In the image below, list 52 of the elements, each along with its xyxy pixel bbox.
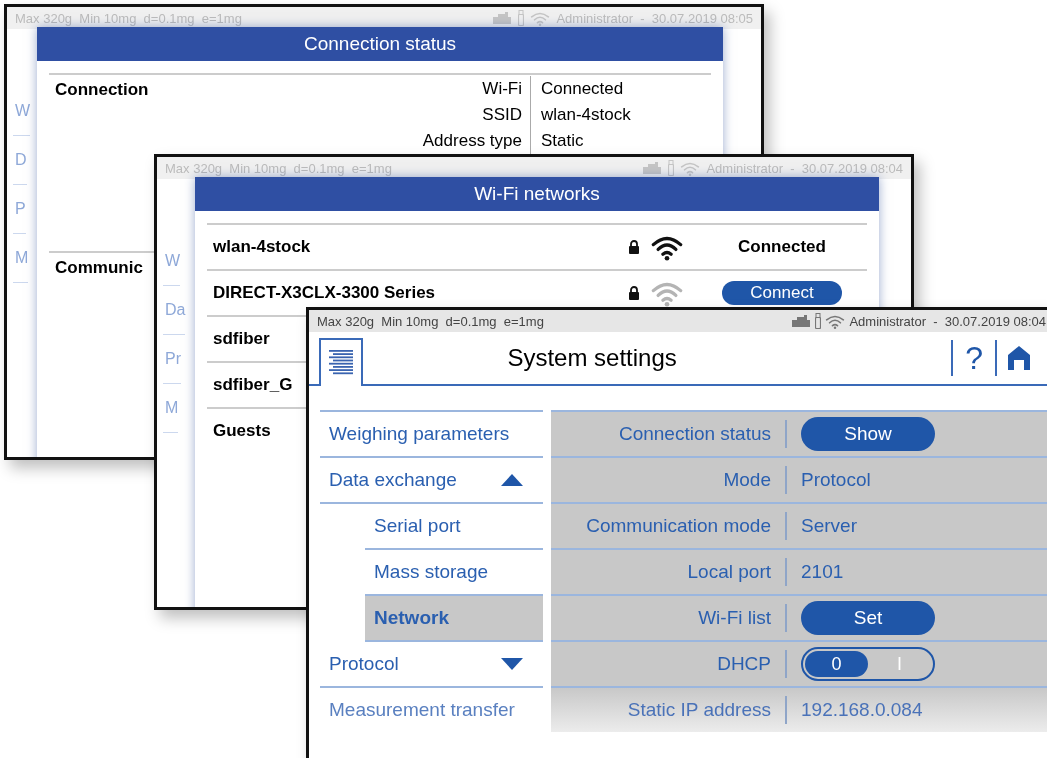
section-heading: Connection bbox=[54, 79, 149, 100]
section-heading: Communic bbox=[54, 257, 143, 278]
setting-label: Mode bbox=[551, 466, 787, 494]
menu-tab[interactable] bbox=[319, 338, 363, 386]
field-label: Wi-Fi bbox=[422, 76, 531, 102]
scale-info: Max 320g Min 10mg d=0.1mg e=1mg bbox=[317, 313, 545, 329]
setting-label: Communication mode bbox=[551, 512, 787, 540]
connect-button[interactable]: Connect bbox=[722, 281, 842, 305]
action-button[interactable]: Show bbox=[801, 417, 935, 451]
dialog-title: Connection status bbox=[37, 27, 723, 61]
usb-stick-icon bbox=[815, 313, 822, 329]
triangle-down-icon bbox=[501, 658, 523, 670]
field-label: SSID bbox=[422, 102, 531, 128]
setting-label: Connection status bbox=[551, 420, 787, 448]
network-name: wlan-4stock bbox=[212, 237, 311, 257]
wifi-icon bbox=[680, 160, 701, 176]
setting-label: Wi-Fi list bbox=[551, 604, 787, 632]
triangle-up-icon bbox=[501, 474, 523, 486]
network-name: Guests bbox=[212, 421, 271, 441]
dialog-title: Wi-Fi networks bbox=[195, 177, 879, 211]
setting-label: DHCP bbox=[551, 650, 787, 678]
setting-label: Static IP address bbox=[551, 696, 787, 724]
setting-label: Local port bbox=[551, 558, 787, 586]
field-value: wlan-4stock bbox=[540, 104, 632, 126]
screen-title: System settings bbox=[506, 344, 678, 372]
home-icon[interactable] bbox=[1007, 344, 1031, 372]
nav-item[interactable]: Weighing parameters bbox=[320, 412, 543, 458]
setting-value: Protocol bbox=[800, 469, 872, 491]
setting-value: 2101 bbox=[800, 561, 845, 583]
network-name: sdfiber bbox=[212, 329, 270, 349]
action-button[interactable]: Set bbox=[801, 601, 935, 635]
setting-value: 192.168.0.084 bbox=[800, 699, 924, 721]
nav-item[interactable]: Data exchange bbox=[320, 458, 543, 504]
wifi-icon bbox=[825, 313, 846, 329]
nav-item[interactable]: Serial port bbox=[365, 504, 543, 550]
scale-icon bbox=[642, 161, 663, 175]
usb-stick-icon bbox=[668, 160, 675, 176]
scale-icon bbox=[492, 11, 513, 25]
wifi-icon bbox=[530, 10, 551, 26]
field-value: Static bbox=[540, 130, 585, 152]
connection-state: Connected bbox=[737, 237, 827, 257]
network-name: DIRECT-X3CLX-3300 Series bbox=[212, 283, 436, 303]
field-value: Connected bbox=[540, 78, 625, 100]
scale-icon bbox=[791, 314, 812, 328]
nav-item[interactable]: Network bbox=[365, 596, 543, 642]
network-name: sdfiber_G bbox=[212, 375, 293, 395]
usb-stick-icon bbox=[518, 10, 525, 26]
list-icon bbox=[329, 350, 353, 376]
help-button[interactable]: ? bbox=[951, 340, 997, 376]
network-row[interactable]: wlan-4stock Connected bbox=[207, 223, 867, 269]
user-time: Administrator - 30.07.2019 08:04 bbox=[849, 313, 1046, 329]
setting-value: Server bbox=[800, 515, 858, 537]
